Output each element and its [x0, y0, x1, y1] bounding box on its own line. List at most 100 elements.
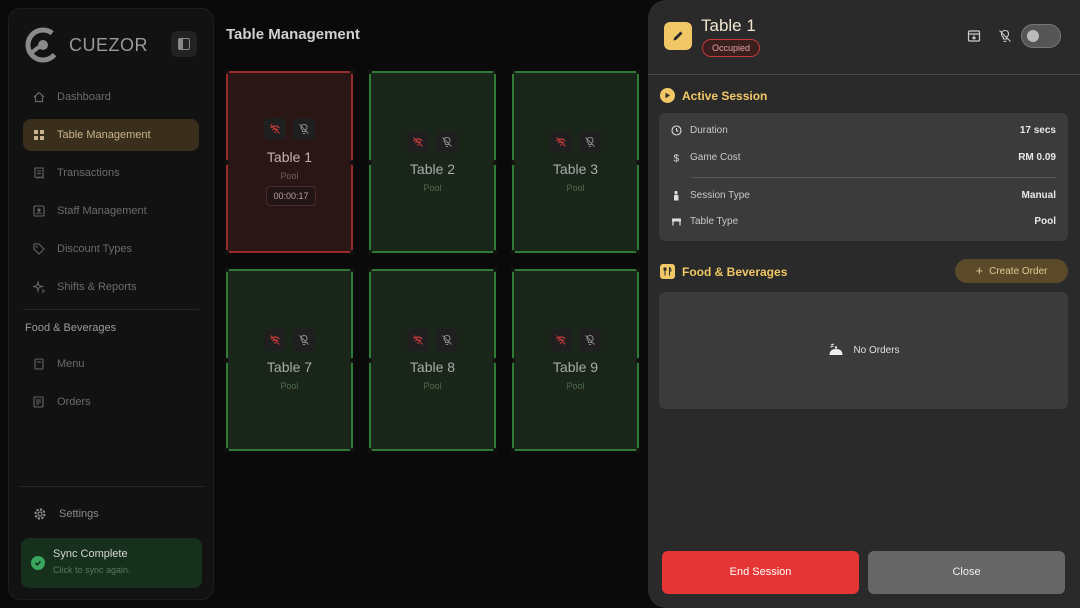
table-type: Pool: [566, 183, 585, 193]
sidebar-item-menu[interactable]: Menu: [23, 348, 199, 380]
table-card-7[interactable]: Table 7 Pool: [224, 267, 355, 453]
archive-download-button[interactable]: [966, 28, 982, 44]
page-title: Table Management: [226, 26, 360, 43]
sidebar-item-label: Shifts & Reports: [57, 281, 137, 293]
table-card-9[interactable]: Table 9 Pool: [510, 267, 641, 453]
svg-text:$: $: [674, 154, 680, 164]
edit-table-button[interactable]: [664, 22, 692, 50]
table-card-8[interactable]: Table 8 Pool: [367, 267, 498, 453]
info-divider: [691, 177, 1056, 178]
home-icon: [33, 91, 45, 103]
sidebar: CUEZOR Dashboard Table Management Transa…: [8, 8, 214, 600]
table-type: Pool: [423, 183, 442, 193]
table-card-1[interactable]: Table 1 Pool 00:00:17: [224, 69, 355, 255]
sidebar-item-label: Orders: [57, 396, 91, 408]
info-value: RM 0.09: [1018, 152, 1056, 163]
info-label: Table Type: [690, 216, 739, 227]
close-button[interactable]: Close: [868, 551, 1065, 594]
wifi-off-icon[interactable]: [550, 329, 572, 351]
sidebar-item-label: Dashboard: [57, 91, 111, 103]
info-label: Duration: [690, 125, 728, 136]
toggle-knob: [1027, 30, 1039, 42]
light-off-icon[interactable]: [436, 131, 458, 153]
light-off-icon[interactable]: [293, 329, 315, 351]
sync-status-button[interactable]: Sync Complete Click to sync again.: [21, 538, 202, 588]
create-order-label: Create Order: [989, 265, 1048, 277]
wifi-off-icon[interactable]: [264, 329, 286, 351]
sidebar-item-settings[interactable]: Settings: [33, 507, 99, 521]
table-power-toggle[interactable]: [1021, 24, 1061, 48]
sidebar-item-discount-types[interactable]: Discount Types: [23, 233, 199, 265]
tag-icon: [33, 243, 45, 255]
end-session-button[interactable]: End Session: [662, 551, 859, 594]
sidebar-item-label: Menu: [57, 358, 85, 370]
light-toggle-button[interactable]: [997, 28, 1013, 44]
sidebar-item-orders[interactable]: Orders: [23, 386, 199, 418]
sidebar-item-dashboard[interactable]: Dashboard: [23, 81, 199, 113]
table-type: Pool: [566, 381, 585, 391]
table-pocket: [510, 250, 515, 255]
card-icons: [228, 329, 351, 351]
gear-icon: [34, 508, 46, 520]
table-name: Table 3: [552, 161, 599, 177]
light-off-icon[interactable]: [579, 329, 601, 351]
table-pocket: [636, 448, 641, 453]
table-card-3[interactable]: Table 3 Pool: [510, 69, 641, 255]
table-pocket: [493, 69, 498, 74]
sidebar-item-label: Discount Types: [57, 243, 133, 255]
book-icon: [34, 358, 44, 370]
food-tray-icon: [828, 343, 845, 356]
light-off-icon: [999, 29, 1011, 42]
sidebar-item-staff-management[interactable]: Staff Management: [23, 195, 199, 227]
info-value: Pool: [1034, 216, 1056, 227]
food-beverages-heading: Food & Beverages: [660, 264, 787, 279]
panel-header: Table 1 Occupied: [648, 0, 1080, 75]
sidebar-item-table-management[interactable]: Table Management: [23, 119, 199, 151]
active-session-title: Active Session: [682, 88, 768, 103]
table-icon: [672, 218, 681, 226]
wifi-off-icon[interactable]: [264, 118, 286, 140]
table-pocket: [224, 250, 229, 255]
light-off-icon[interactable]: [436, 329, 458, 351]
table-pocket: [493, 448, 498, 453]
table-pocket: [636, 69, 641, 74]
check-circle-icon: [31, 556, 45, 570]
light-off-icon[interactable]: [293, 118, 315, 140]
status-badge: Occupied: [702, 39, 761, 57]
table-pocket: [510, 448, 515, 453]
sidebar-item-label: Table Management: [57, 129, 151, 141]
table-pocket: [350, 69, 355, 74]
sidebar-item-transactions[interactable]: Transactions: [23, 157, 199, 189]
table-card-2[interactable]: Table 2 Pool: [367, 69, 498, 255]
table-pocket: [367, 69, 372, 74]
info-row-session-type: Session Type Manual: [671, 190, 1056, 201]
cuezor-logo-icon: [25, 27, 61, 63]
sidebar-toggle-icon: [178, 38, 190, 50]
light-off-icon[interactable]: [579, 131, 601, 153]
table-name: Table 1: [266, 149, 313, 165]
wifi-off-icon[interactable]: [550, 131, 572, 153]
sidebar-divider: [19, 486, 205, 487]
hand-icon: [674, 190, 679, 201]
table-type: Pool: [280, 381, 299, 391]
wifi-off-icon[interactable]: [407, 329, 429, 351]
table-pocket: [367, 448, 372, 453]
info-value: Manual: [1021, 190, 1056, 201]
table-pocket: [367, 250, 372, 255]
table-pocket: [224, 357, 229, 363]
info-row-duration: Duration 17 secs: [671, 125, 1056, 136]
receipt-icon: [34, 167, 44, 179]
table-pocket: [510, 267, 515, 272]
table-pocket: [636, 250, 641, 255]
table-pocket: [493, 250, 498, 255]
app-root: CUEZOR Dashboard Table Management Transa…: [0, 0, 1080, 608]
info-row-table-type: Table Type Pool: [671, 216, 1056, 227]
wifi-off-icon[interactable]: [407, 131, 429, 153]
table-type: Pool: [423, 381, 442, 391]
info-label: Game Cost: [690, 152, 741, 163]
create-order-button[interactable]: + Create Order: [955, 259, 1068, 283]
sidebar-item-shifts-reports[interactable]: Shifts & Reports: [23, 271, 199, 303]
table-pocket: [350, 267, 355, 272]
table-pocket: [367, 267, 372, 272]
collapse-sidebar-button[interactable]: [171, 31, 197, 57]
